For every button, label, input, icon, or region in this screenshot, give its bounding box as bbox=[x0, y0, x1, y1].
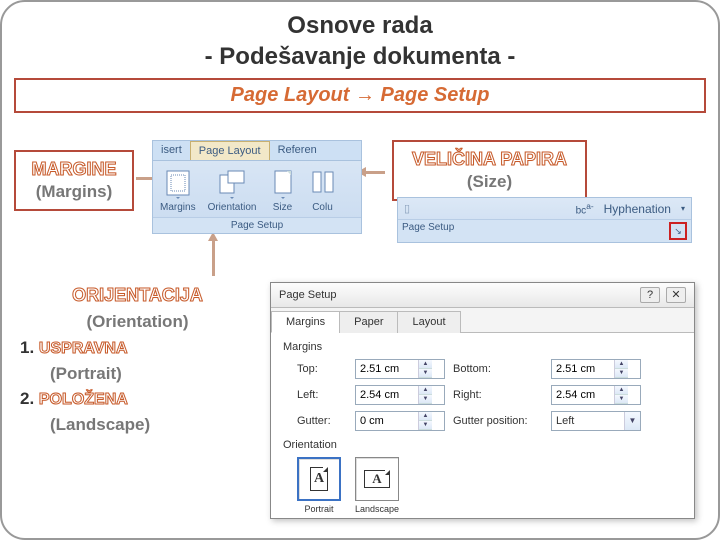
columns-button[interactable]: Colu bbox=[306, 167, 340, 215]
nav-banner: Page Layout → Page Setup bbox=[14, 78, 706, 113]
ribbon2-group-label: Page Setup bbox=[402, 222, 454, 240]
title-line2: - Podešavanje dokumenta - bbox=[205, 43, 516, 70]
ribbon-strip-right: ▯ bca- Hyphenation ▾ Page Setup ↘ bbox=[397, 197, 692, 243]
gutter-input[interactable] bbox=[356, 412, 418, 430]
slide-title: Osnove rada - Podešavanje dokumenta - bbox=[2, 10, 718, 72]
top-input[interactable] bbox=[356, 360, 418, 378]
top-label: Top: bbox=[297, 363, 347, 375]
gutterpos-combo[interactable]: Left▼ bbox=[551, 411, 641, 431]
right-label: Right: bbox=[453, 389, 543, 401]
bottom-field[interactable]: ▲▼ bbox=[551, 359, 641, 379]
dialog-title: Page Setup bbox=[279, 289, 337, 301]
section-margins-label: Margins bbox=[283, 341, 682, 353]
help-button[interactable]: ? bbox=[640, 287, 660, 303]
right-input[interactable] bbox=[552, 386, 614, 404]
section-orientation-label: Orientation bbox=[283, 439, 682, 451]
tab-paper[interactable]: Paper bbox=[339, 311, 398, 333]
dialog-launcher-icon[interactable]: ↘ bbox=[669, 222, 687, 240]
label-size-top: VELIČINA PAPIRA bbox=[404, 148, 575, 171]
ribbon-page-layout: isert Page Layout Referen Margins Orient… bbox=[152, 140, 362, 234]
size-icon bbox=[269, 169, 297, 199]
size-button[interactable]: Size bbox=[266, 167, 300, 215]
tab-margins[interactable]: Margins bbox=[271, 311, 340, 333]
orient-sub: (Orientation) bbox=[20, 309, 255, 335]
orientation-icon bbox=[218, 169, 246, 199]
ribbon-tab-page-layout[interactable]: Page Layout bbox=[190, 141, 270, 160]
title-line1: Osnove rada bbox=[287, 12, 432, 39]
arrow-orientation bbox=[212, 240, 215, 276]
ribbon-group-label: Page Setup bbox=[153, 217, 361, 233]
top-field[interactable]: ▲▼ bbox=[355, 359, 445, 379]
label-size: VELIČINA PAPIRA (Size) bbox=[392, 140, 587, 201]
gutterpos-label: Gutter position: bbox=[453, 415, 543, 427]
margins-icon bbox=[164, 169, 192, 199]
margins-button[interactable]: Margins bbox=[157, 167, 199, 215]
ribbon-tab-references[interactable]: Referen bbox=[270, 141, 325, 160]
dialog-tabs: Margins Paper Layout bbox=[271, 310, 694, 333]
close-button[interactable]: ✕ bbox=[666, 287, 686, 303]
right-field[interactable]: ▲▼ bbox=[551, 385, 641, 405]
left-input[interactable] bbox=[356, 386, 418, 404]
orient-title: ORIJENTACIJA bbox=[20, 282, 255, 309]
label-margine-sub: (Margins) bbox=[26, 181, 122, 203]
orientation-button[interactable]: Orientation bbox=[205, 167, 260, 215]
gutter-field[interactable]: ▲▼ bbox=[355, 411, 445, 431]
left-field[interactable]: ▲▼ bbox=[355, 385, 445, 405]
bottom-input[interactable] bbox=[552, 360, 614, 378]
left-label: Left: bbox=[297, 389, 347, 401]
orient-portrait-option[interactable]: A Portrait bbox=[297, 457, 341, 514]
bottom-label: Bottom: bbox=[453, 363, 543, 375]
page-setup-dialog: Page Setup ? ✕ Margins Paper Layout Marg… bbox=[270, 282, 695, 519]
ribbon-tabs: isert Page Layout Referen bbox=[153, 141, 361, 161]
label-size-sub: (Size) bbox=[404, 171, 575, 193]
orientation-text-block: ORIJENTACIJA (Orientation) 1. USPRAVNA (… bbox=[20, 282, 255, 438]
label-margine: MARGINE (Margins) bbox=[14, 150, 134, 211]
hyphenation-button[interactable]: Hyphenation bbox=[604, 202, 671, 216]
size-partial: ▯ bbox=[404, 202, 410, 215]
ribbon-tab-insert[interactable]: isert bbox=[153, 141, 190, 160]
columns-icon bbox=[309, 169, 337, 199]
orient-landscape-option[interactable]: A Landscape bbox=[355, 457, 399, 514]
tab-layout[interactable]: Layout bbox=[397, 311, 460, 333]
arrow-size bbox=[365, 171, 385, 174]
label-margine-top: MARGINE bbox=[26, 158, 122, 181]
gutter-label: Gutter: bbox=[297, 415, 347, 427]
